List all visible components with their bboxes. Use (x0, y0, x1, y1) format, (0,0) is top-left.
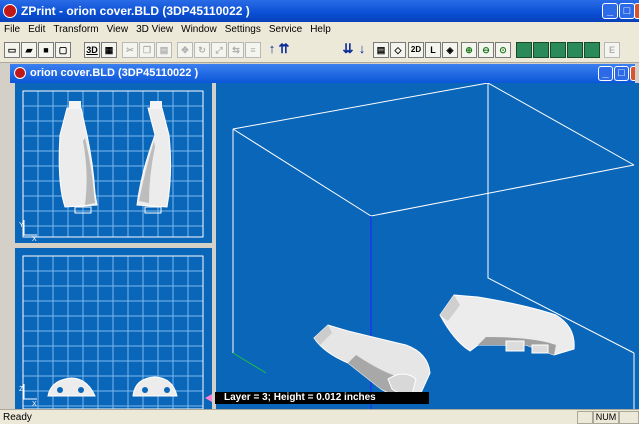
new-file-icon[interactable]: ▭ (4, 42, 20, 58)
front-view-canvas: Z X (19, 255, 204, 410)
2d-view-button[interactable]: 2D (408, 42, 424, 58)
document-title-bar[interactable]: orion cover.BLD (3DP45110022 ) _ □ (10, 64, 635, 83)
menu-settings[interactable]: Settings (221, 22, 265, 35)
status-bar: Ready NUM (0, 409, 639, 424)
part-right-front (132, 376, 178, 397)
iso-view-icon[interactable]: ◈ (442, 42, 458, 58)
zoom-out-icon[interactable]: ⊖ (478, 42, 494, 58)
menu-edit[interactable]: Edit (24, 22, 49, 35)
app-title-bar[interactable]: ZPrint - orion cover.BLD (3DP45110022 ) … (0, 0, 639, 22)
menu-window[interactable]: Window (177, 22, 221, 35)
align-icon[interactable]: ≡ (245, 42, 261, 58)
app-icon[interactable] (3, 4, 17, 18)
status-indicator-scroll (619, 411, 639, 424)
view-front-icon[interactable] (516, 42, 532, 58)
rotate-icon[interactable]: ↻ (194, 42, 210, 58)
zoom-in-icon[interactable]: ⊕ (461, 42, 477, 58)
mirror-icon[interactable]: ⇆ (228, 42, 244, 58)
close-button[interactable] (634, 3, 639, 19)
top-view-pane[interactable]: Y X (15, 83, 212, 243)
part-left-top (58, 101, 98, 214)
doc-minimize-button[interactable]: _ (598, 66, 613, 81)
e-button[interactable]: E (604, 42, 620, 58)
menu-help[interactable]: Help (306, 22, 335, 35)
x-axis-line (232, 352, 267, 374)
3d-print-button[interactable]: 3D (84, 42, 100, 58)
part-left-front (47, 377, 96, 397)
view-right-icon[interactable] (567, 42, 583, 58)
3d-view-pane[interactable] (216, 82, 639, 409)
menu-view[interactable]: View (103, 22, 133, 35)
grid-icon[interactable]: ▦ (101, 42, 117, 58)
move-icon[interactable]: ✥ (177, 42, 193, 58)
status-message: Ready (3, 412, 32, 423)
print-setup-icon[interactable]: ▢ (55, 42, 71, 58)
app-title: ZPrint - orion cover.BLD (3DP45110022 ) (21, 4, 250, 18)
top-axis-y-label: Y (19, 222, 24, 229)
menu-transform[interactable]: Transform (49, 22, 102, 35)
front-view-pane[interactable]: Z X (15, 248, 212, 410)
front-axis-x-label: X (32, 401, 37, 408)
layer-marker-icon (205, 394, 212, 402)
top-view-grid (22, 90, 204, 237)
menu-service[interactable]: Service (265, 22, 306, 35)
part-right-3d (439, 294, 575, 356)
view-left-icon[interactable] (550, 42, 566, 58)
document-title: orion cover.BLD (3DP45110022 ) (30, 67, 199, 79)
open-folder-icon[interactable]: ▰ (21, 42, 37, 58)
menu-file[interactable]: File (0, 22, 24, 35)
cut-icon[interactable]: ✂ (122, 42, 138, 58)
front-axis-z-label: Z (19, 386, 24, 393)
top-axis-x-label: X (32, 236, 37, 243)
doc-close-button[interactable] (630, 66, 635, 81)
toolbar: ▭ ▰ ■ ▢ 3D ▦ ✂ ❐ ▤ ✥ ↻ ⤢ ⇆ ≡ ↑ ⇈ 3 ⇊ ↓ ▤… (0, 39, 639, 98)
l-view-button[interactable]: L (425, 42, 441, 58)
part-left-3d (313, 324, 431, 398)
menu-3d-view[interactable]: 3D View (132, 22, 177, 35)
part-right-top (136, 101, 172, 214)
copy-icon[interactable]: ❐ (139, 42, 155, 58)
top-axis-indicator (23, 220, 37, 236)
front-view-grid (22, 255, 204, 409)
doc-maximize-button[interactable]: □ (614, 66, 629, 81)
box-view-icon[interactable]: ◇ (390, 42, 406, 58)
scale-icon[interactable]: ⤢ (211, 42, 227, 58)
layer-top-icon[interactable]: ⇈ (276, 42, 292, 58)
3d-view-canvas (232, 82, 635, 409)
maximize-button[interactable]: □ (619, 3, 635, 19)
layer-view-icon[interactable]: ▤ (373, 42, 389, 58)
zoom-fit-icon[interactable]: ⊙ (495, 42, 511, 58)
paste-icon[interactable]: ▤ (156, 42, 172, 58)
save-icon[interactable]: ■ (38, 42, 54, 58)
view-back-icon[interactable] (533, 42, 549, 58)
layer-down-icon[interactable]: ↓ (354, 42, 370, 58)
layer-info-label: Layer = 3; Height = 0.012 inches (215, 392, 429, 404)
minimize-button[interactable]: _ (602, 3, 618, 19)
status-indicator-blank (577, 411, 593, 424)
top-view-canvas: Y X (19, 90, 204, 243)
document-icon[interactable] (14, 67, 26, 79)
build-box-wireframe (232, 82, 635, 354)
status-num-indicator: NUM (593, 411, 619, 424)
view-top-icon[interactable] (584, 42, 600, 58)
menu-bar: File Edit Transform View 3D View Window Settin… (0, 22, 639, 39)
